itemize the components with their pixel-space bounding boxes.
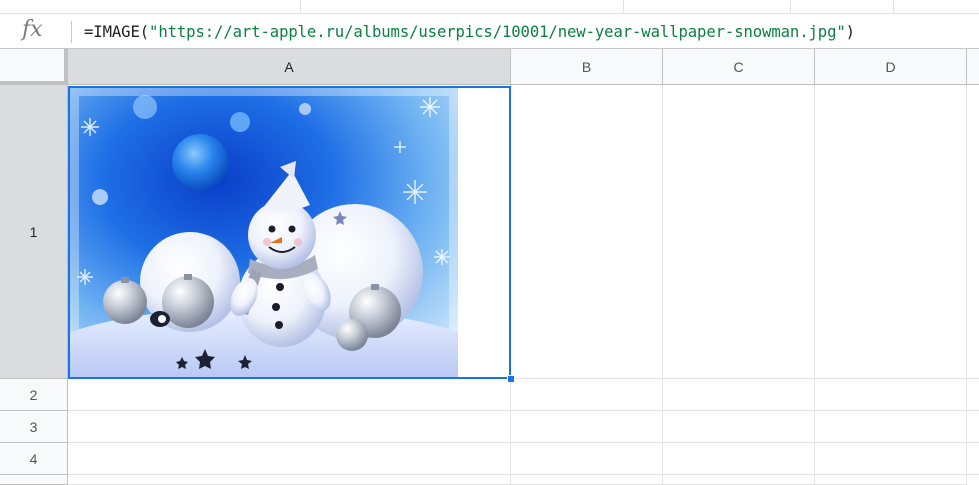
row-header-3[interactable]: 3	[0, 411, 68, 443]
column-header-partial[interactable]	[967, 49, 979, 85]
row-header-4[interactable]: 4	[0, 443, 68, 475]
row-header-partial[interactable]	[0, 475, 68, 485]
cell-b2[interactable]	[511, 379, 663, 411]
formula-prefix: =IMAGE(	[84, 23, 150, 41]
cell-e3[interactable]	[967, 411, 979, 443]
toolbar-separator	[790, 0, 791, 13]
row-header-2[interactable]: 2	[0, 379, 68, 411]
cell-a1-image	[70, 87, 458, 378]
toolbar-separator	[623, 0, 624, 13]
cell-d3[interactable]	[815, 411, 967, 443]
cell-a2[interactable]	[68, 379, 511, 411]
column-header-c[interactable]: C	[663, 49, 815, 85]
cell-a3[interactable]	[68, 411, 511, 443]
cell-c4[interactable]	[663, 443, 815, 475]
fill-handle[interactable]	[507, 375, 515, 383]
cell-c1[interactable]	[663, 85, 815, 379]
cell-c5-partial[interactable]	[663, 475, 815, 485]
cell-b4[interactable]	[511, 443, 663, 475]
formula-url-string: "https://art-apple.ru/albums/userpics/10…	[149, 23, 846, 41]
cell-d2[interactable]	[815, 379, 967, 411]
cell-d1[interactable]	[815, 85, 967, 379]
cell-e2[interactable]	[967, 379, 979, 411]
cell-e4[interactable]	[967, 443, 979, 475]
cell-d5-partial[interactable]	[815, 475, 967, 485]
cell-b5-partial[interactable]	[511, 475, 663, 485]
formula-divider	[71, 21, 72, 43]
formula-bar: fx =IMAGE("https://art-apple.ru/albums/u…	[0, 13, 979, 49]
cell-c2[interactable]	[663, 379, 815, 411]
cell-e1[interactable]	[967, 85, 979, 379]
cell-c3[interactable]	[663, 411, 815, 443]
toolbar-separator	[300, 0, 301, 13]
cell-b1[interactable]	[511, 85, 663, 379]
toolbar-separator	[893, 0, 894, 13]
row-header-1[interactable]: 1	[0, 85, 68, 379]
cell-d4[interactable]	[815, 443, 967, 475]
column-header-d[interactable]: D	[815, 49, 967, 85]
cell-a5-partial[interactable]	[68, 475, 511, 485]
formula-suffix: )	[845, 23, 855, 41]
cell-b3[interactable]	[511, 411, 663, 443]
column-header-a[interactable]: A	[68, 49, 511, 85]
formula-input[interactable]: =IMAGE("https://art-apple.ru/albums/user…	[84, 23, 855, 41]
snowman-image	[70, 87, 458, 378]
cell-a4[interactable]	[68, 443, 511, 475]
select-all-corner[interactable]	[0, 49, 68, 85]
fx-icon: fx	[22, 17, 43, 42]
toolbar-strip	[0, 0, 979, 13]
column-header-b[interactable]: B	[511, 49, 663, 85]
